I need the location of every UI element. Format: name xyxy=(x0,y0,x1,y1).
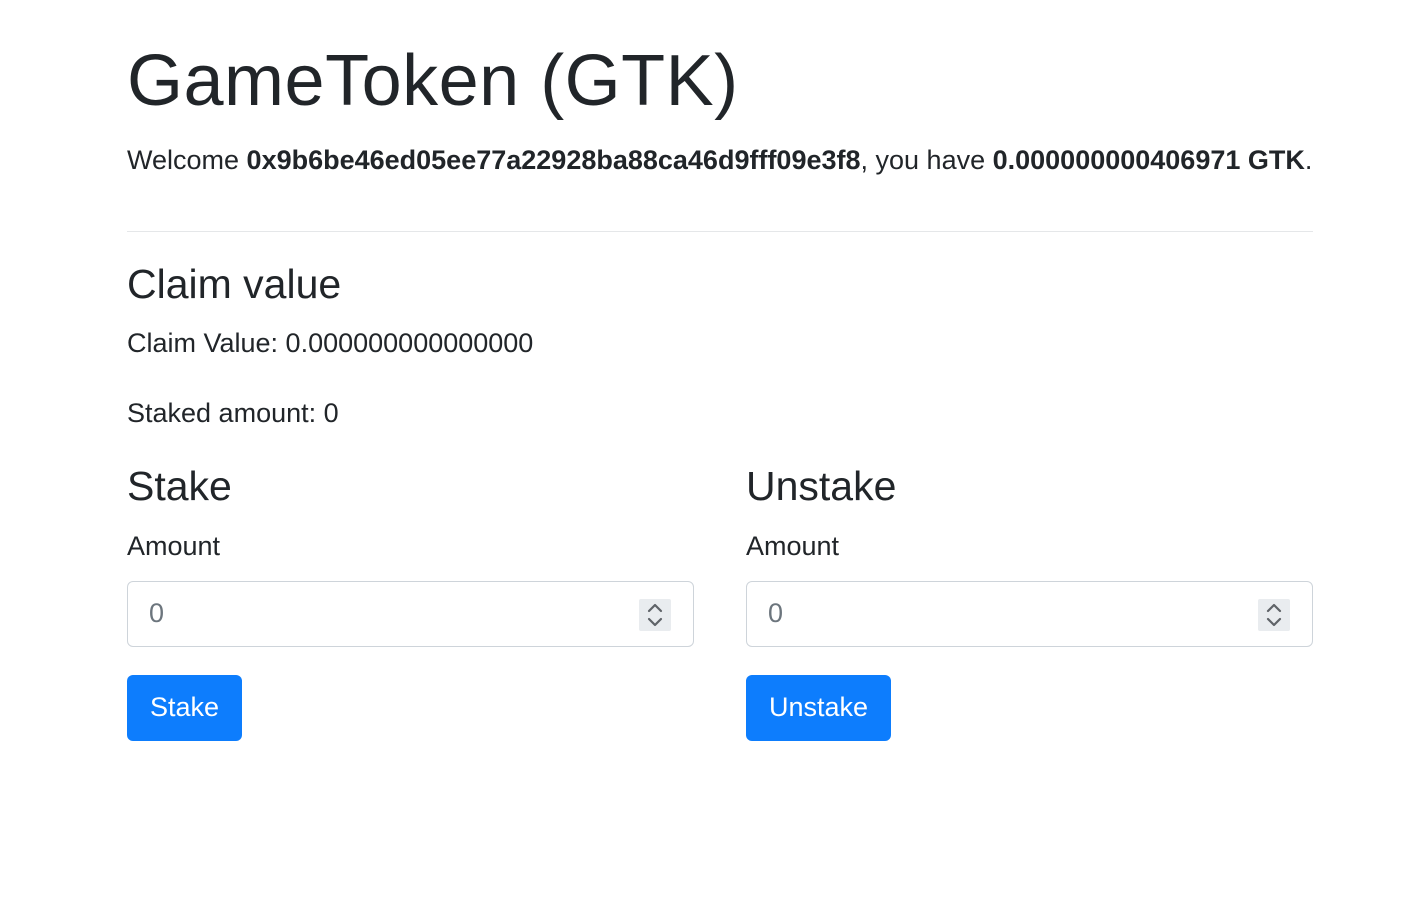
main-container: GameToken (GTK) Welcome 0x9b6be46ed05ee7… xyxy=(127,0,1313,741)
welcome-prefix: Welcome xyxy=(127,145,247,176)
unstake-amount-field xyxy=(746,580,1313,647)
claim-section-title: Claim value xyxy=(127,261,342,308)
up-down-spinner-icon[interactable] xyxy=(1258,598,1290,631)
stake-title: Stake xyxy=(127,463,232,510)
welcome-middle: , you have xyxy=(860,145,993,176)
stake-amount-input[interactable] xyxy=(128,581,629,646)
page-title: GameToken (GTK) xyxy=(127,41,739,121)
unstake-amount-input[interactable] xyxy=(747,581,1248,646)
section-divider xyxy=(127,231,1313,233)
unstake-column: Unstake Amount Unstake xyxy=(746,462,1313,741)
stake-unstake-row: Stake Amount Stake Unstake Amount xyxy=(127,462,1313,741)
welcome-message: Welcome 0x9b6be46ed05ee77a22928ba88ca46d… xyxy=(127,139,1313,182)
unstake-button[interactable]: Unstake xyxy=(746,674,892,741)
stake-amount-label: Amount xyxy=(127,530,221,561)
token-balance: 0.000000000406971 GTK xyxy=(992,145,1305,176)
unstake-title: Unstake xyxy=(746,463,897,510)
claim-value-text: Claim Value: 0.000000000000000 xyxy=(127,328,534,359)
unstake-amount-label: Amount xyxy=(746,530,840,561)
welcome-suffix: . xyxy=(1304,145,1313,176)
stake-button[interactable]: Stake xyxy=(127,674,243,741)
stake-column: Stake Amount Stake xyxy=(127,462,694,741)
wallet-address: 0x9b6be46ed05ee77a22928ba88ca46d9fff09e3… xyxy=(246,145,861,176)
up-down-spinner-icon[interactable] xyxy=(639,598,671,631)
stake-amount-field xyxy=(127,580,694,647)
staked-amount-text: Staked amount: 0 xyxy=(127,398,339,429)
